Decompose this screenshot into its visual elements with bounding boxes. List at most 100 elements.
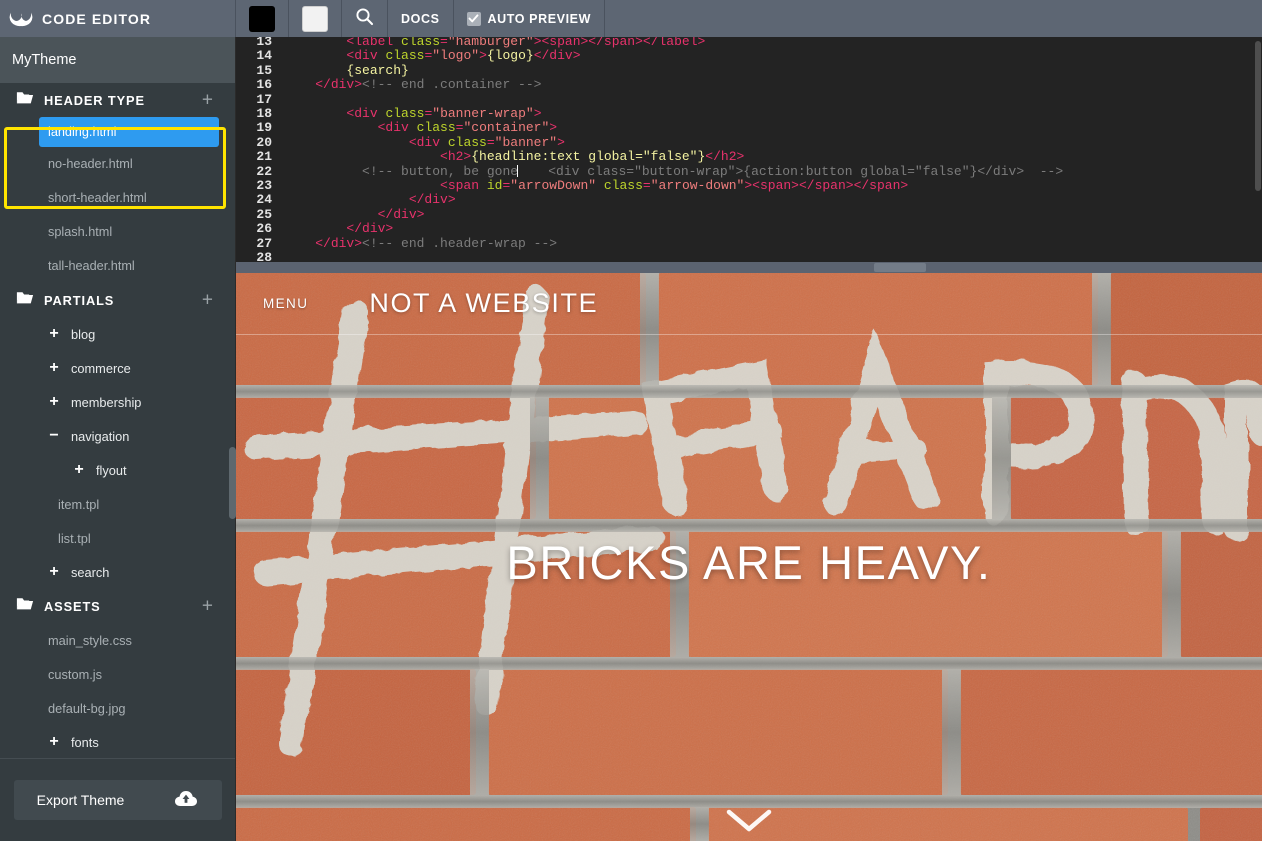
code-token: ><span></span></label> xyxy=(533,37,706,49)
code-token: </div> xyxy=(315,77,363,93)
live-preview-pane[interactable]: MENU NOT A WEBSITE BRICKS ARE HEAVY. xyxy=(236,273,1262,841)
sidebar-file-landing-html[interactable]: landing.html xyxy=(39,117,219,147)
sidebar-group-assets[interactable]: ASSETS + xyxy=(0,589,235,623)
sidebar-folder-label: search xyxy=(71,564,110,580)
sidebar-folder-search[interactable]: + search xyxy=(0,555,235,589)
preview-menu-link[interactable]: MENU xyxy=(263,296,308,311)
editor-vscrollbar-thumb[interactable] xyxy=(1255,41,1261,191)
add-file-plus-icon[interactable]: + xyxy=(202,291,213,310)
sidebar-file-tall-header-html[interactable]: tall-header.html xyxy=(0,249,235,283)
code-token: > xyxy=(533,106,542,122)
add-file-plus-icon[interactable]: + xyxy=(202,597,213,616)
code-token: id xyxy=(486,178,503,194)
sidebar-folder-label: navigation xyxy=(71,428,130,444)
line-number: 18 xyxy=(256,106,272,122)
code-line[interactable]: 24 </div> xyxy=(236,192,1063,208)
code-line[interactable]: 27 </div><!-- end .header-wrap --> xyxy=(236,235,1063,251)
code-token: </div> xyxy=(533,48,581,64)
code-line[interactable]: 22 <!-- button, be gone <div class="butt… xyxy=(236,163,1063,179)
plus-icon[interactable]: + xyxy=(46,733,62,751)
auto-preview-checkbox[interactable] xyxy=(466,11,481,26)
sidebar-folder-blog[interactable]: + blog xyxy=(0,317,235,351)
code-line[interactable]: 18 <div class="banner-wrap"> xyxy=(236,106,1063,122)
auto-preview-label: AUTO PREVIEW xyxy=(487,11,592,26)
code-token: {logo} xyxy=(486,48,534,64)
code-line[interactable]: 17 xyxy=(236,92,1063,107)
sidebar-file-default-bg-jpg[interactable]: default-bg.jpg xyxy=(0,691,235,725)
sidebar-file-label: short-header.html xyxy=(48,191,147,205)
plus-icon[interactable]: + xyxy=(46,359,62,377)
code-line[interactable]: 21 <h2>{headline:text global="false"}</h… xyxy=(236,149,1063,164)
sidebar-folder-commerce[interactable]: + commerce xyxy=(0,351,235,385)
code-token: class xyxy=(416,120,456,136)
sidebar-scrollbar-thumb[interactable] xyxy=(229,447,236,519)
chevron-down-icon[interactable] xyxy=(726,809,772,838)
code-line[interactable]: 14 <div class="logo">{logo}</div> xyxy=(236,48,1063,64)
theme-dark-swatch-button[interactable] xyxy=(236,0,288,37)
search-button[interactable] xyxy=(342,0,387,37)
code-line[interactable]: 20 <div class="banner"> xyxy=(236,134,1063,150)
line-number: 26 xyxy=(256,221,272,237)
code-line[interactable]: 15 {search} xyxy=(236,63,1063,78)
code-content[interactable]: 13 <label class="hamburger"><span></span… xyxy=(236,37,1063,266)
code-line[interactable]: 16 </div><!-- end .container --> xyxy=(236,77,1063,93)
code-token: <span xyxy=(440,178,487,194)
line-number: 19 xyxy=(256,120,272,136)
file-sidebar: MyTheme HEADER TYPE + landing.html no-heade… xyxy=(0,37,236,841)
sidebar-file-custom-js[interactable]: custom.js xyxy=(0,657,235,691)
sidebar-file-label: main_style.css xyxy=(48,632,132,648)
webflow-w-logo-icon xyxy=(9,7,33,31)
theme-light-swatch-button[interactable] xyxy=(289,0,341,37)
app-brand: CODE EDITOR xyxy=(0,0,235,37)
code-line[interactable]: 25 </div> xyxy=(236,207,1063,222)
sidebar-file-item-tpl[interactable]: item.tpl xyxy=(0,487,235,521)
line-number: 16 xyxy=(256,77,272,93)
code-token: = xyxy=(642,178,651,194)
add-file-plus-icon[interactable]: + xyxy=(202,91,213,110)
sidebar-file-label: list.tpl xyxy=(58,530,91,546)
sidebar-folder-label: flyout xyxy=(96,462,127,478)
minus-icon[interactable]: − xyxy=(46,427,62,445)
sidebar-group-header-type[interactable]: HEADER TYPE + xyxy=(0,83,235,117)
line-number: 14 xyxy=(256,48,272,64)
code-token: <div xyxy=(346,106,386,122)
docs-button[interactable]: DOCS xyxy=(388,0,453,37)
theme-name-header: MyTheme xyxy=(0,37,235,83)
plus-icon[interactable]: + xyxy=(46,563,62,581)
code-line[interactable]: 26 </div> xyxy=(236,221,1063,237)
line-number: 23 xyxy=(256,178,272,194)
sidebar-file-list-tpl[interactable]: list.tpl xyxy=(0,521,235,555)
sidebar-folder-fonts[interactable]: + fonts xyxy=(0,725,235,759)
code-token: class xyxy=(401,37,441,49)
code-line[interactable]: 19 <div class="container"> xyxy=(236,120,1063,136)
search-icon xyxy=(355,7,374,31)
line-number: 24 xyxy=(256,192,272,208)
code-token: <!-- end .header-wrap --> xyxy=(362,235,558,251)
plus-icon[interactable]: + xyxy=(46,325,62,343)
sidebar-folder-membership[interactable]: + membership xyxy=(0,385,235,419)
sidebar-group-label: HEADER TYPE xyxy=(44,92,145,108)
code-line[interactable]: 23 <span id="arrowDown" class="arrow-dow… xyxy=(236,178,1063,194)
sidebar-group-partials[interactable]: PARTIALS + xyxy=(0,283,235,317)
sidebar-file-main-style-css[interactable]: main_style.css xyxy=(0,623,235,657)
code-token: <!-- button, be gone xyxy=(362,163,519,179)
sidebar-folder-navigation[interactable]: − navigation xyxy=(0,419,235,453)
editor-hscrollbar-thumb[interactable] xyxy=(874,263,926,272)
code-editor-pane[interactable]: 13 <label class="hamburger"><span></span… xyxy=(236,37,1262,273)
plus-icon[interactable]: + xyxy=(71,461,87,479)
code-token: class xyxy=(385,106,425,122)
code-token: = xyxy=(486,134,495,150)
auto-preview-toggle[interactable]: AUTO PREVIEW xyxy=(454,0,605,37)
sidebar-folder-flyout[interactable]: + flyout xyxy=(0,453,235,487)
export-theme-button[interactable]: Export Theme xyxy=(13,780,222,820)
plus-icon[interactable]: + xyxy=(46,393,62,411)
code-token: </div> xyxy=(315,235,363,251)
file-tree[interactable]: HEADER TYPE + landing.html no-header.html sh… xyxy=(0,83,235,795)
sidebar-folder-label: fonts xyxy=(71,734,99,750)
editor-hscrollbar-track[interactable] xyxy=(236,262,1262,273)
sidebar-file-splash-html[interactable]: splash.html xyxy=(0,215,235,249)
code-token: > xyxy=(557,134,565,150)
sidebar-file-no-header-html[interactable]: no-header.html xyxy=(0,147,235,181)
sidebar-file-short-header-html[interactable]: short-header.html xyxy=(0,181,235,215)
